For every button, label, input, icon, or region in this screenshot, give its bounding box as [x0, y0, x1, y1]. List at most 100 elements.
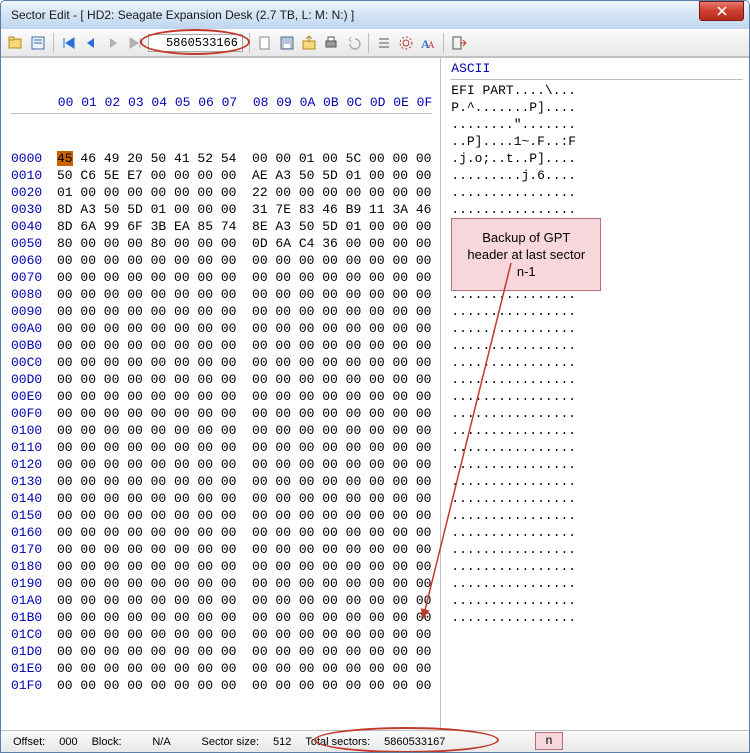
new-icon[interactable] [256, 34, 274, 52]
svg-text:A: A [428, 40, 435, 50]
ascii-header: ASCII [451, 60, 743, 80]
print-icon[interactable] [322, 34, 340, 52]
hex-row[interactable]: 010000 00 00 00 00 00 00 00 00 00 00 00 … [11, 422, 432, 439]
next-icon[interactable] [104, 34, 122, 52]
hex-row[interactable]: 00C000 00 00 00 00 00 00 00 00 00 00 00 … [11, 354, 432, 371]
separator [249, 33, 250, 53]
status-block-label: Block: [88, 736, 126, 748]
hex-row[interactable]: 00B000 00 00 00 00 00 00 00 00 00 00 00 … [11, 337, 432, 354]
list-icon[interactable] [375, 34, 393, 52]
annotation-callout: Backup of GPT header at last sector n-1 [451, 218, 601, 291]
status-block-value: N/A [132, 736, 192, 748]
ascii-row[interactable]: .j.o;..t..P].... [451, 150, 743, 167]
ascii-row[interactable]: ................ [451, 422, 743, 439]
font-icon[interactable]: AA [419, 34, 437, 52]
window-title: Sector Edit - [ HD2: Seagate Expansion D… [11, 8, 354, 22]
hex-row[interactable]: 009000 00 00 00 00 00 00 00 00 00 00 00 … [11, 303, 432, 320]
save-icon[interactable] [278, 34, 296, 52]
exit-icon[interactable] [450, 34, 468, 52]
status-sector-size-label: Sector size: [198, 736, 263, 748]
ascii-row[interactable]: ................ [451, 473, 743, 490]
ascii-row[interactable]: ................ [451, 490, 743, 507]
hex-row[interactable]: 002001 00 00 00 00 00 00 00 22 00 00 00 … [11, 184, 432, 201]
separator [368, 33, 369, 53]
separator [53, 33, 54, 53]
hex-row[interactable]: 012000 00 00 00 00 00 00 00 00 00 00 00 … [11, 456, 432, 473]
statusbar: Offset: 000 Block: N/A Sector size: 512 … [1, 730, 749, 752]
hex-pane[interactable]: 00 01 02 03 04 05 06 07 08 09 0A 0B 0C 0… [1, 58, 432, 730]
hex-row[interactable]: 017000 00 00 00 00 00 00 00 00 00 00 00 … [11, 541, 432, 558]
ascii-row[interactable]: ........"....... [451, 116, 743, 133]
open-icon[interactable] [7, 34, 25, 52]
hex-row[interactable]: 00F000 00 00 00 00 00 00 00 00 00 00 00 … [11, 405, 432, 422]
hex-column-header: 00 01 02 03 04 05 06 07 08 09 0A 0B 0C 0… [11, 94, 432, 114]
hex-row[interactable]: 005080 00 00 00 80 00 00 00 0D 6A C4 36 … [11, 235, 432, 252]
hex-row[interactable]: 000045 46 49 20 50 41 52 54 00 00 01 00 … [11, 150, 432, 167]
close-icon [717, 6, 727, 16]
hex-row[interactable]: 01D000 00 00 00 00 00 00 00 00 00 00 00 … [11, 643, 432, 660]
ascii-row[interactable]: ................ [451, 405, 743, 422]
hex-row[interactable]: 01E000 00 00 00 00 00 00 00 00 00 00 00 … [11, 660, 432, 677]
ascii-row[interactable]: ................ [451, 507, 743, 524]
hex-row[interactable]: 006000 00 00 00 00 00 00 00 00 00 00 00 … [11, 252, 432, 269]
close-button[interactable] [699, 1, 744, 21]
ascii-row[interactable]: .........j.6.... [451, 167, 743, 184]
hex-row[interactable]: 018000 00 00 00 00 00 00 00 00 00 00 00 … [11, 558, 432, 575]
hex-row[interactable]: 01B000 00 00 00 00 00 00 00 00 00 00 00 … [11, 609, 432, 626]
hex-row[interactable]: 019000 00 00 00 00 00 00 00 00 00 00 00 … [11, 575, 432, 592]
settings-icon[interactable] [397, 34, 415, 52]
ascii-pane[interactable]: ASCII EFI PART....\...P.^.......P]......… [440, 58, 749, 730]
ascii-row[interactable]: ................ [451, 439, 743, 456]
prev-icon[interactable] [82, 34, 100, 52]
hex-row[interactable]: 015000 00 00 00 00 00 00 00 00 00 00 00 … [11, 507, 432, 524]
ascii-row[interactable]: ................ [451, 592, 743, 609]
ascii-row[interactable]: ................ [451, 575, 743, 592]
hex-row[interactable]: 007000 00 00 00 00 00 00 00 00 00 00 00 … [11, 269, 432, 286]
first-icon[interactable] [60, 34, 78, 52]
hex-row[interactable]: 00E000 00 00 00 00 00 00 00 00 00 00 00 … [11, 388, 432, 405]
annotation-n-label: n [535, 732, 563, 750]
ascii-row[interactable]: ................ [451, 388, 743, 405]
export-icon[interactable] [300, 34, 318, 52]
hex-row[interactable]: 00A000 00 00 00 00 00 00 00 00 00 00 00 … [11, 320, 432, 337]
ascii-row[interactable]: ................ [451, 201, 743, 218]
hex-row[interactable]: 013000 00 00 00 00 00 00 00 00 00 00 00 … [11, 473, 432, 490]
hex-row[interactable]: 014000 00 00 00 00 00 00 00 00 00 00 00 … [11, 490, 432, 507]
hex-row[interactable]: 001050 C6 5E E7 00 00 00 00 AE A3 50 5D … [11, 167, 432, 184]
hex-row[interactable]: 01C000 00 00 00 00 00 00 00 00 00 00 00 … [11, 626, 432, 643]
status-total-sectors-value: 5860533167 [380, 736, 449, 748]
toolbar: AA [1, 29, 749, 57]
undo-icon[interactable] [344, 34, 362, 52]
hex-row[interactable]: 011000 00 00 00 00 00 00 00 00 00 00 00 … [11, 439, 432, 456]
ascii-row[interactable]: ................ [451, 371, 743, 388]
ascii-row[interactable]: ..P]....1~.F..:F [451, 133, 743, 150]
sector-input[interactable] [148, 34, 243, 52]
content-area: 00 01 02 03 04 05 06 07 08 09 0A 0B 0C 0… [1, 57, 749, 730]
hex-row[interactable]: 01A000 00 00 00 00 00 00 00 00 00 00 00 … [11, 592, 432, 609]
hex-row[interactable]: 008000 00 00 00 00 00 00 00 00 00 00 00 … [11, 286, 432, 303]
app-window: Sector Edit - [ HD2: Seagate Expansion D… [0, 0, 750, 753]
ascii-row[interactable]: ................ [451, 456, 743, 473]
properties-icon[interactable] [29, 34, 47, 52]
ascii-row[interactable]: ................ [451, 354, 743, 371]
titlebar[interactable]: Sector Edit - [ HD2: Seagate Expansion D… [1, 1, 749, 29]
ascii-row[interactable]: ................ [451, 558, 743, 575]
last-icon[interactable] [126, 34, 144, 52]
ascii-row[interactable]: ................ [451, 541, 743, 558]
ascii-row[interactable]: ................ [451, 609, 743, 626]
hex-row[interactable]: 016000 00 00 00 00 00 00 00 00 00 00 00 … [11, 524, 432, 541]
hex-row[interactable]: 01F000 00 00 00 00 00 00 00 00 00 00 00 … [11, 677, 432, 694]
sector-input-wrap [148, 34, 243, 52]
ascii-row[interactable]: ................ [451, 524, 743, 541]
ascii-row[interactable]: ................ [451, 320, 743, 337]
ascii-row[interactable]: P.^.......P].... [451, 99, 743, 116]
ascii-row[interactable]: ................ [451, 337, 743, 354]
hex-row[interactable]: 00408D 6A 99 6F 3B EA 85 74 8E A3 50 5D … [11, 218, 432, 235]
hex-row[interactable]: 00308D A3 50 5D 01 00 00 00 31 7E 83 46 … [11, 201, 432, 218]
separator [443, 33, 444, 53]
ascii-row[interactable]: ................ [451, 184, 743, 201]
status-sector-size-value: 512 [269, 736, 295, 748]
ascii-row[interactable]: EFI PART....\... [451, 82, 743, 99]
hex-row[interactable]: 00D000 00 00 00 00 00 00 00 00 00 00 00 … [11, 371, 432, 388]
ascii-row[interactable]: ................ [451, 303, 743, 320]
